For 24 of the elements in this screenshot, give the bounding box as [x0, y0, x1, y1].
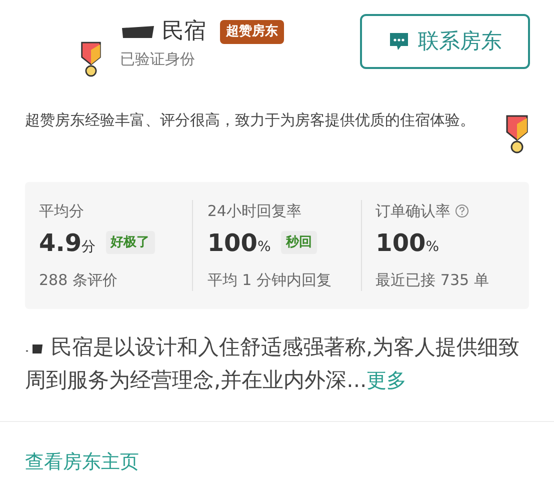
stat-value: 100%: [376, 228, 440, 258]
superhost-description: 超赞房东经验丰富、评分很高，致力于为房客提供优质的住宿体验。: [25, 110, 476, 131]
host-description: 民宿是以设计和入住舒适感强著称,为客人提供细致周到服务为经营理念,并在业内外深...更多: [25, 334, 521, 394]
host-name: 民宿: [162, 18, 206, 46]
superhost-badge: 超赞房东: [220, 20, 284, 44]
verified-label: 已验证身份: [120, 49, 196, 70]
stat-detail: 最近已接 735 单: [376, 270, 490, 290]
help-icon[interactable]: [454, 204, 469, 218]
stat-detail: 288 条评价: [39, 270, 118, 290]
stat-label: 订单确认率: [376, 201, 451, 222]
medal-icon: [80, 40, 102, 78]
contact-button[interactable]: 联系房东: [360, 14, 530, 69]
chat-icon: [388, 30, 410, 52]
rating-tag: 秒回: [280, 230, 317, 254]
more-link[interactable]: 更多: [366, 368, 407, 392]
rating-tag: 好极了: [106, 230, 155, 254]
stat-label: 24小时回复率: [207, 201, 302, 222]
stat-value: 4.9分: [39, 228, 96, 258]
stat-label: 平均分: [39, 201, 84, 222]
redaction-mark: [25, 342, 45, 354]
redaction-mark: [120, 25, 156, 39]
host-profile-link[interactable]: 查看房东主页: [25, 451, 139, 473]
stat-value: 100%: [207, 228, 271, 258]
stat-detail: 平均 1 分钟内回复: [207, 270, 332, 290]
